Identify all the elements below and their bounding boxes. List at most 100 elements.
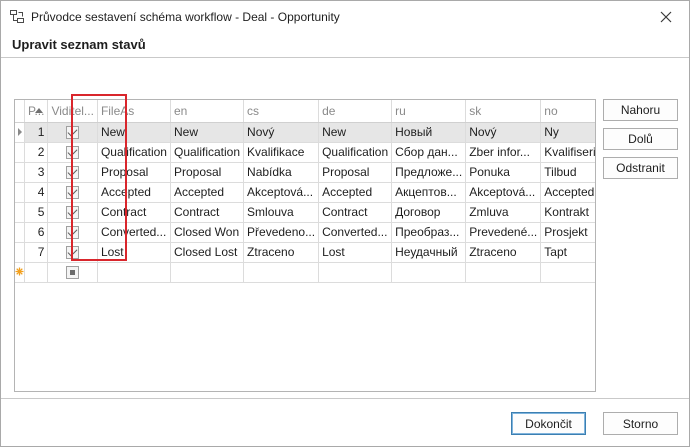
cell-en[interactable]: Proposal <box>170 162 245 183</box>
new-row[interactable] <box>15 262 595 283</box>
cell-sk[interactable]: Akceptová... <box>465 182 542 203</box>
cell-no[interactable]: Tapt <box>540 242 595 263</box>
row-indicator[interactable] <box>15 122 25 143</box>
cell-en[interactable]: Closed Won <box>170 222 245 243</box>
cell-empty[interactable] <box>170 262 245 283</box>
cell-de[interactable]: Qualification <box>318 142 393 163</box>
cell-cs[interactable]: Nabídka <box>243 162 320 183</box>
cell-fileas[interactable]: Contract <box>97 202 171 223</box>
cell-no[interactable]: Kvalifisering <box>540 142 595 163</box>
cell-ru[interactable]: Акцептов... <box>391 182 467 203</box>
cell-position[interactable]: 7 <box>24 242 49 263</box>
cell-ru[interactable]: Новый <box>391 122 467 143</box>
column-header-cs[interactable]: cs <box>243 100 320 123</box>
cell-fileas[interactable]: Accepted <box>97 182 171 203</box>
cell-position[interactable] <box>24 262 49 283</box>
cell-ru[interactable]: Преобраз... <box>391 222 467 243</box>
cell-sk[interactable]: Ztraceno <box>465 242 542 263</box>
table-row[interactable]: 2 Qualification Qualification Kvalifikace Qu… <box>15 142 595 163</box>
table-row[interactable]: 7 Lost Closed Lost Ztraceno Lost Неудачный Ztr… <box>15 242 595 263</box>
status-grid[interactable]: P... Viditel... FileAs en cs de ru sk no… <box>14 99 596 392</box>
visible-checkbox[interactable] <box>66 246 80 260</box>
column-header-no[interactable]: no <box>540 100 595 123</box>
column-header-visible[interactable]: Viditel... <box>47 100 98 123</box>
cell-position[interactable]: 3 <box>24 162 49 183</box>
cell-de[interactable]: Converted... <box>318 222 393 243</box>
column-header-fileas[interactable]: FileAs <box>97 100 171 123</box>
cell-position[interactable]: 5 <box>24 202 49 223</box>
close-button[interactable] <box>643 1 689 32</box>
cell-en[interactable]: Contract <box>170 202 245 223</box>
remove-button[interactable]: Odstranit <box>603 157 678 179</box>
cell-empty[interactable] <box>391 262 467 283</box>
cell-de[interactable]: Contract <box>318 202 393 223</box>
cell-cs[interactable]: Nový <box>243 122 320 143</box>
cell-empty[interactable] <box>540 262 595 283</box>
cell-de[interactable]: New <box>318 122 393 143</box>
cell-en[interactable]: Qualification <box>170 142 245 163</box>
cell-de[interactable]: Lost <box>318 242 393 263</box>
visible-checkbox[interactable] <box>66 226 80 240</box>
cell-empty[interactable] <box>97 262 171 283</box>
cell-empty[interactable] <box>243 262 320 283</box>
visible-checkbox[interactable] <box>66 146 80 160</box>
cell-sk[interactable]: Nový <box>465 122 542 143</box>
cell-empty[interactable] <box>465 262 542 283</box>
cell-fileas[interactable]: Lost <box>97 242 171 263</box>
cell-cs[interactable]: Ztraceno <box>243 242 320 263</box>
cell-en[interactable]: Closed Lost <box>170 242 245 263</box>
cell-ru[interactable]: Договор <box>391 202 467 223</box>
visible-checkbox[interactable] <box>66 166 80 180</box>
cell-position[interactable]: 1 <box>24 122 49 143</box>
cell-sk[interactable]: Prevedené... <box>465 222 542 243</box>
cell-fileas[interactable]: Qualification <box>97 142 171 163</box>
move-up-button[interactable]: Nahoru <box>603 99 678 121</box>
cell-cs[interactable]: Převedeno... <box>243 222 320 243</box>
cell-no[interactable]: Prosjekt <box>540 222 595 243</box>
table-row[interactable]: 4 Accepted Accepted Akceptová... Accepted Акц… <box>15 182 595 203</box>
row-indicator[interactable] <box>15 142 25 163</box>
row-indicator[interactable] <box>15 242 25 263</box>
table-row[interactable]: 5 Contract Contract Smlouva Contract Договор Z… <box>15 202 595 223</box>
cell-no[interactable]: Kontrakt <box>540 202 595 223</box>
move-down-button[interactable]: Dolů <box>603 128 678 150</box>
cell-no[interactable]: Ny <box>540 122 595 143</box>
cell-no[interactable]: Tilbud <box>540 162 595 183</box>
row-indicator[interactable] <box>15 182 25 203</box>
finish-button[interactable]: Dokončit <box>511 412 586 435</box>
cell-ru[interactable]: Предложе... <box>391 162 467 183</box>
column-header-ru[interactable]: ru <box>391 100 467 123</box>
cell-cs[interactable]: Smlouva <box>243 202 320 223</box>
visible-checkbox[interactable] <box>66 206 80 220</box>
cell-de[interactable]: Proposal <box>318 162 393 183</box>
cell-sk[interactable]: Zmluva <box>465 202 542 223</box>
column-header-de[interactable]: de <box>318 100 393 123</box>
visible-checkbox[interactable] <box>66 186 80 200</box>
cell-empty[interactable] <box>318 262 393 283</box>
cell-position[interactable]: 6 <box>24 222 49 243</box>
table-row[interactable]: 6 Converted... Closed Won Převedeno... Conve… <box>15 222 595 243</box>
cell-ru[interactable]: Сбор дан... <box>391 142 467 163</box>
row-indicator[interactable] <box>15 202 25 223</box>
cell-de[interactable]: Accepted <box>318 182 393 203</box>
cell-cs[interactable]: Kvalifikace <box>243 142 320 163</box>
cell-position[interactable]: 2 <box>24 142 49 163</box>
cell-sk[interactable]: Ponuka <box>465 162 542 183</box>
cell-sk[interactable]: Zber infor... <box>465 142 542 163</box>
cell-no[interactable]: Accepted <box>540 182 595 203</box>
visible-checkbox[interactable] <box>66 266 80 280</box>
row-indicator[interactable] <box>15 262 25 283</box>
column-header-sk[interactable]: sk <box>465 100 542 123</box>
column-header-position[interactable]: P... <box>24 100 49 123</box>
cell-en[interactable]: New <box>170 122 245 143</box>
cell-cs[interactable]: Akceptová... <box>243 182 320 203</box>
column-header-en[interactable]: en <box>170 100 245 123</box>
cell-ru[interactable]: Неудачный <box>391 242 467 263</box>
cell-fileas[interactable]: Converted... <box>97 222 171 243</box>
visible-checkbox[interactable] <box>66 126 80 140</box>
cell-position[interactable]: 4 <box>24 182 49 203</box>
cell-fileas[interactable]: New <box>97 122 171 143</box>
cell-en[interactable]: Accepted <box>170 182 245 203</box>
row-indicator[interactable] <box>15 162 25 183</box>
table-row[interactable]: 1 New New Nový New Новый Nový Ny <box>15 122 595 143</box>
